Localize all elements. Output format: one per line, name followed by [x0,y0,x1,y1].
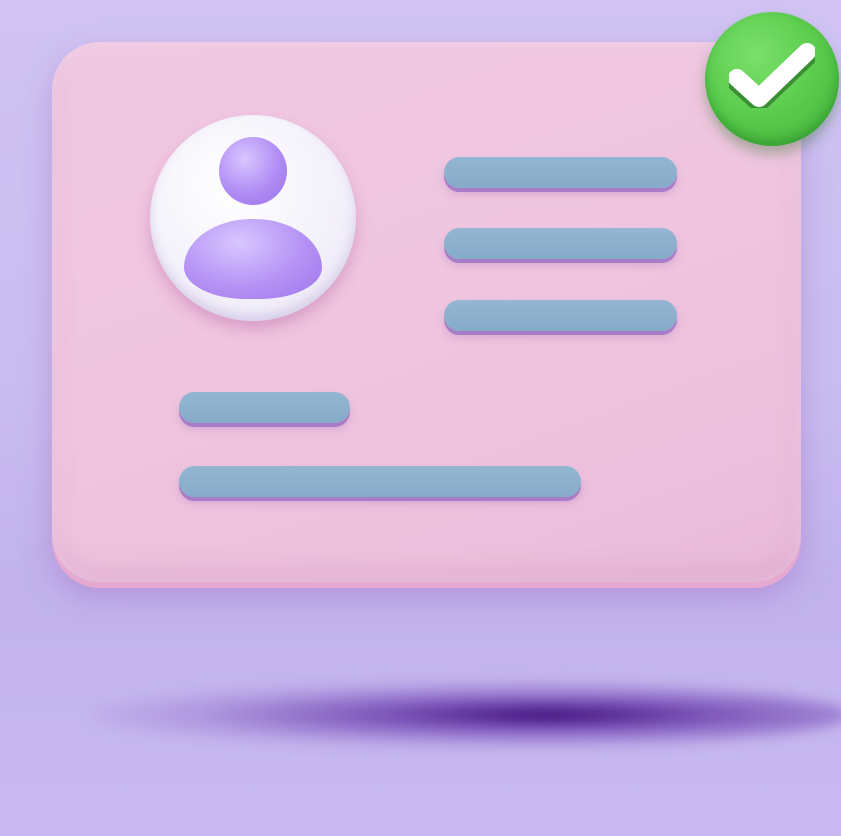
detail-line-4 [179,392,350,423]
floor-shadow [90,680,841,750]
detail-line-5 [179,466,581,497]
detail-line-1 [444,157,677,188]
id-card [52,42,801,582]
avatar-head [219,137,287,205]
detail-line-3 [444,300,677,331]
check-icon [729,43,815,108]
illustration-scene [0,0,841,836]
detail-line-2 [444,228,677,259]
verified-badge [705,12,839,146]
